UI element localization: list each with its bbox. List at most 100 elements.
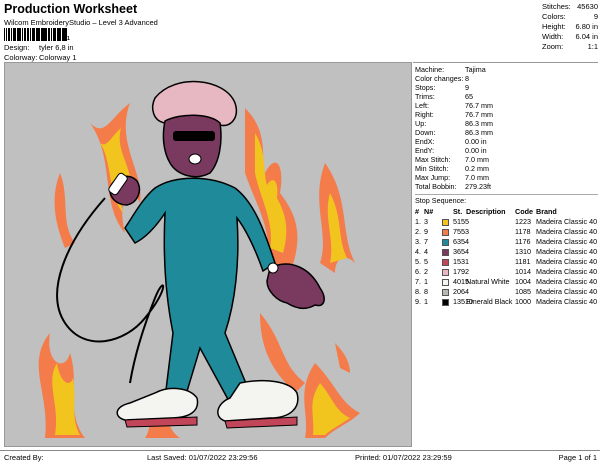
thread-brand: Madeira Classic 40 <box>536 297 598 306</box>
barcode-bar <box>51 28 52 41</box>
mouth-graphic <box>188 153 202 165</box>
barcode-bar <box>29 28 31 41</box>
thread-code: 1014 <box>515 267 531 276</box>
barcode-bar <box>61 28 63 41</box>
info-stops: Stops: 9 <box>415 83 545 92</box>
info-label: Right: <box>415 109 434 119</box>
stop-number: 8. <box>415 287 421 296</box>
info-max-jump: Max Jump: 7.0 mm <box>415 173 545 182</box>
info-label: EndX: <box>415 136 435 146</box>
col-brand: Brand <box>536 207 557 216</box>
stop-row: 2. 9 7553 1178 Madeira Classic 40 <box>415 228 598 237</box>
stat-stitches: Stitches: 45630 <box>542 2 598 12</box>
thread-brand: Madeira Classic 40 <box>536 247 598 256</box>
shoe-sole-graphic <box>124 416 298 429</box>
col-stop: # <box>415 207 419 216</box>
info-up: Up: 86.3 mm <box>415 119 545 128</box>
info-label: Up: <box>415 118 427 128</box>
footer-divider <box>0 450 600 451</box>
thread-brand: Madeira Classic 40 <box>536 237 598 246</box>
barcode-bar <box>4 28 6 41</box>
barcode-digit: 1 <box>67 36 70 42</box>
info-value: 7.0 mm <box>465 154 489 164</box>
stitch-count: 5155 <box>453 217 469 226</box>
needle-number: 5 <box>424 257 428 266</box>
stop-number: 6. <box>415 267 421 276</box>
sunglasses-graphic <box>173 131 215 141</box>
needle-number: 1 <box>424 297 428 306</box>
needle-number: 9 <box>424 227 428 236</box>
needle-number: 7 <box>424 237 428 246</box>
suit-graphic <box>124 177 276 404</box>
needle-number: 3 <box>424 217 428 226</box>
stitch-count: 2064 <box>453 287 469 296</box>
thread-brand: Madeira Classic 40 <box>536 217 598 226</box>
thread-code: 1223 <box>515 217 531 226</box>
barcode-bar <box>25 28 26 41</box>
stop-row: 7. 1 4015 Natural White 1004 Madeira Classic … <box>415 278 598 287</box>
stat-value: 45630 <box>577 2 598 12</box>
thread-code: 1000 <box>515 297 531 306</box>
barcode-bar <box>19 28 21 41</box>
stop-row: 6. 2 1792 1014 Madeira Classic 40 <box>415 268 598 277</box>
info-label: Trims: <box>415 91 435 101</box>
stitch-count: 7553 <box>453 227 469 236</box>
thread-color-swatch <box>442 289 449 296</box>
info-endy: EndY: 0.00 in <box>415 146 545 155</box>
thread-code: 1181 <box>515 257 531 266</box>
barcode-bar <box>56 28 58 41</box>
stat-label: Stitches: <box>542 2 571 12</box>
col-description: Description <box>466 207 506 216</box>
col-code: Code <box>515 207 533 216</box>
barcode-bar <box>13 28 16 41</box>
info-left: Left: 76.7 mm <box>415 101 545 110</box>
thread-color-swatch <box>442 249 449 256</box>
thread-color-swatch <box>442 299 449 306</box>
software-subtitle: Wilcom EmbroideryStudio – Level 3 Advanc… <box>4 18 158 27</box>
info-trims: Trims: 65 <box>415 92 545 101</box>
col-stitches: St. <box>453 207 463 216</box>
barcode-bar <box>46 28 47 41</box>
info-min-stitch: Min Stitch: 0.2 mm <box>415 164 545 173</box>
info-value: Tajima <box>465 64 486 74</box>
info-value: 86.3 mm <box>465 127 493 137</box>
thread-color-swatch <box>442 279 449 286</box>
stat-width: Width: 6.04 in <box>542 32 598 42</box>
footer-last-saved: Last Saved: 01/07/2022 23:29:56 <box>147 453 258 462</box>
footer-page: Page 1 of 1 <box>558 453 597 462</box>
bracelet-graphic <box>267 262 279 274</box>
embroidery-illustration <box>38 80 360 438</box>
stat-label: Zoom: <box>542 42 564 52</box>
stop-number: 9. <box>415 297 421 306</box>
thread-color-swatch <box>442 219 449 226</box>
stop-row: 3. 7 6354 1176 Madeira Classic 40 <box>415 238 598 247</box>
shoe-left-graphic <box>116 387 199 421</box>
thread-brand: Madeira Classic 40 <box>536 287 598 296</box>
section-divider <box>415 194 598 195</box>
summary-stats: Stitches: 45630 Colors: 9 Height: 6.80 in W… <box>542 2 598 52</box>
stop-number: 3. <box>415 237 421 246</box>
info-value: 65 <box>465 91 473 101</box>
barcode-bar <box>8 28 11 41</box>
info-value: 279.23ft <box>465 181 491 191</box>
stop-number: 1. <box>415 217 421 226</box>
stat-zoom: Zoom: 1:1 <box>542 42 598 52</box>
thread-code: 1310 <box>515 247 531 256</box>
face-graphic <box>162 114 222 178</box>
stitch-count: 1531 <box>453 257 469 266</box>
info-total-bobbin: Total Bobbin: 279.23ft <box>415 182 545 191</box>
info-label: Max Jump: <box>415 172 451 182</box>
needle-number: 4 <box>424 247 428 256</box>
info-label: Machine: <box>415 64 445 74</box>
stop-row: 5. 5 1531 1181 Madeira Classic 40 <box>415 258 598 267</box>
thread-brand: Madeira Classic 40 <box>536 257 598 266</box>
info-max-stitch: Max Stitch: 7.0 mm <box>415 155 545 164</box>
info-label: Stops: <box>415 82 436 92</box>
thread-code: 1176 <box>515 237 531 246</box>
barcode <box>4 28 68 41</box>
stat-label: Height: <box>542 22 566 32</box>
thread-brand: Madeira Classic 40 <box>536 227 598 236</box>
thread-code: 1004 <box>515 277 531 286</box>
colorway-label: Colorway: <box>4 53 38 62</box>
info-label: Total Bobbin: <box>415 181 457 191</box>
